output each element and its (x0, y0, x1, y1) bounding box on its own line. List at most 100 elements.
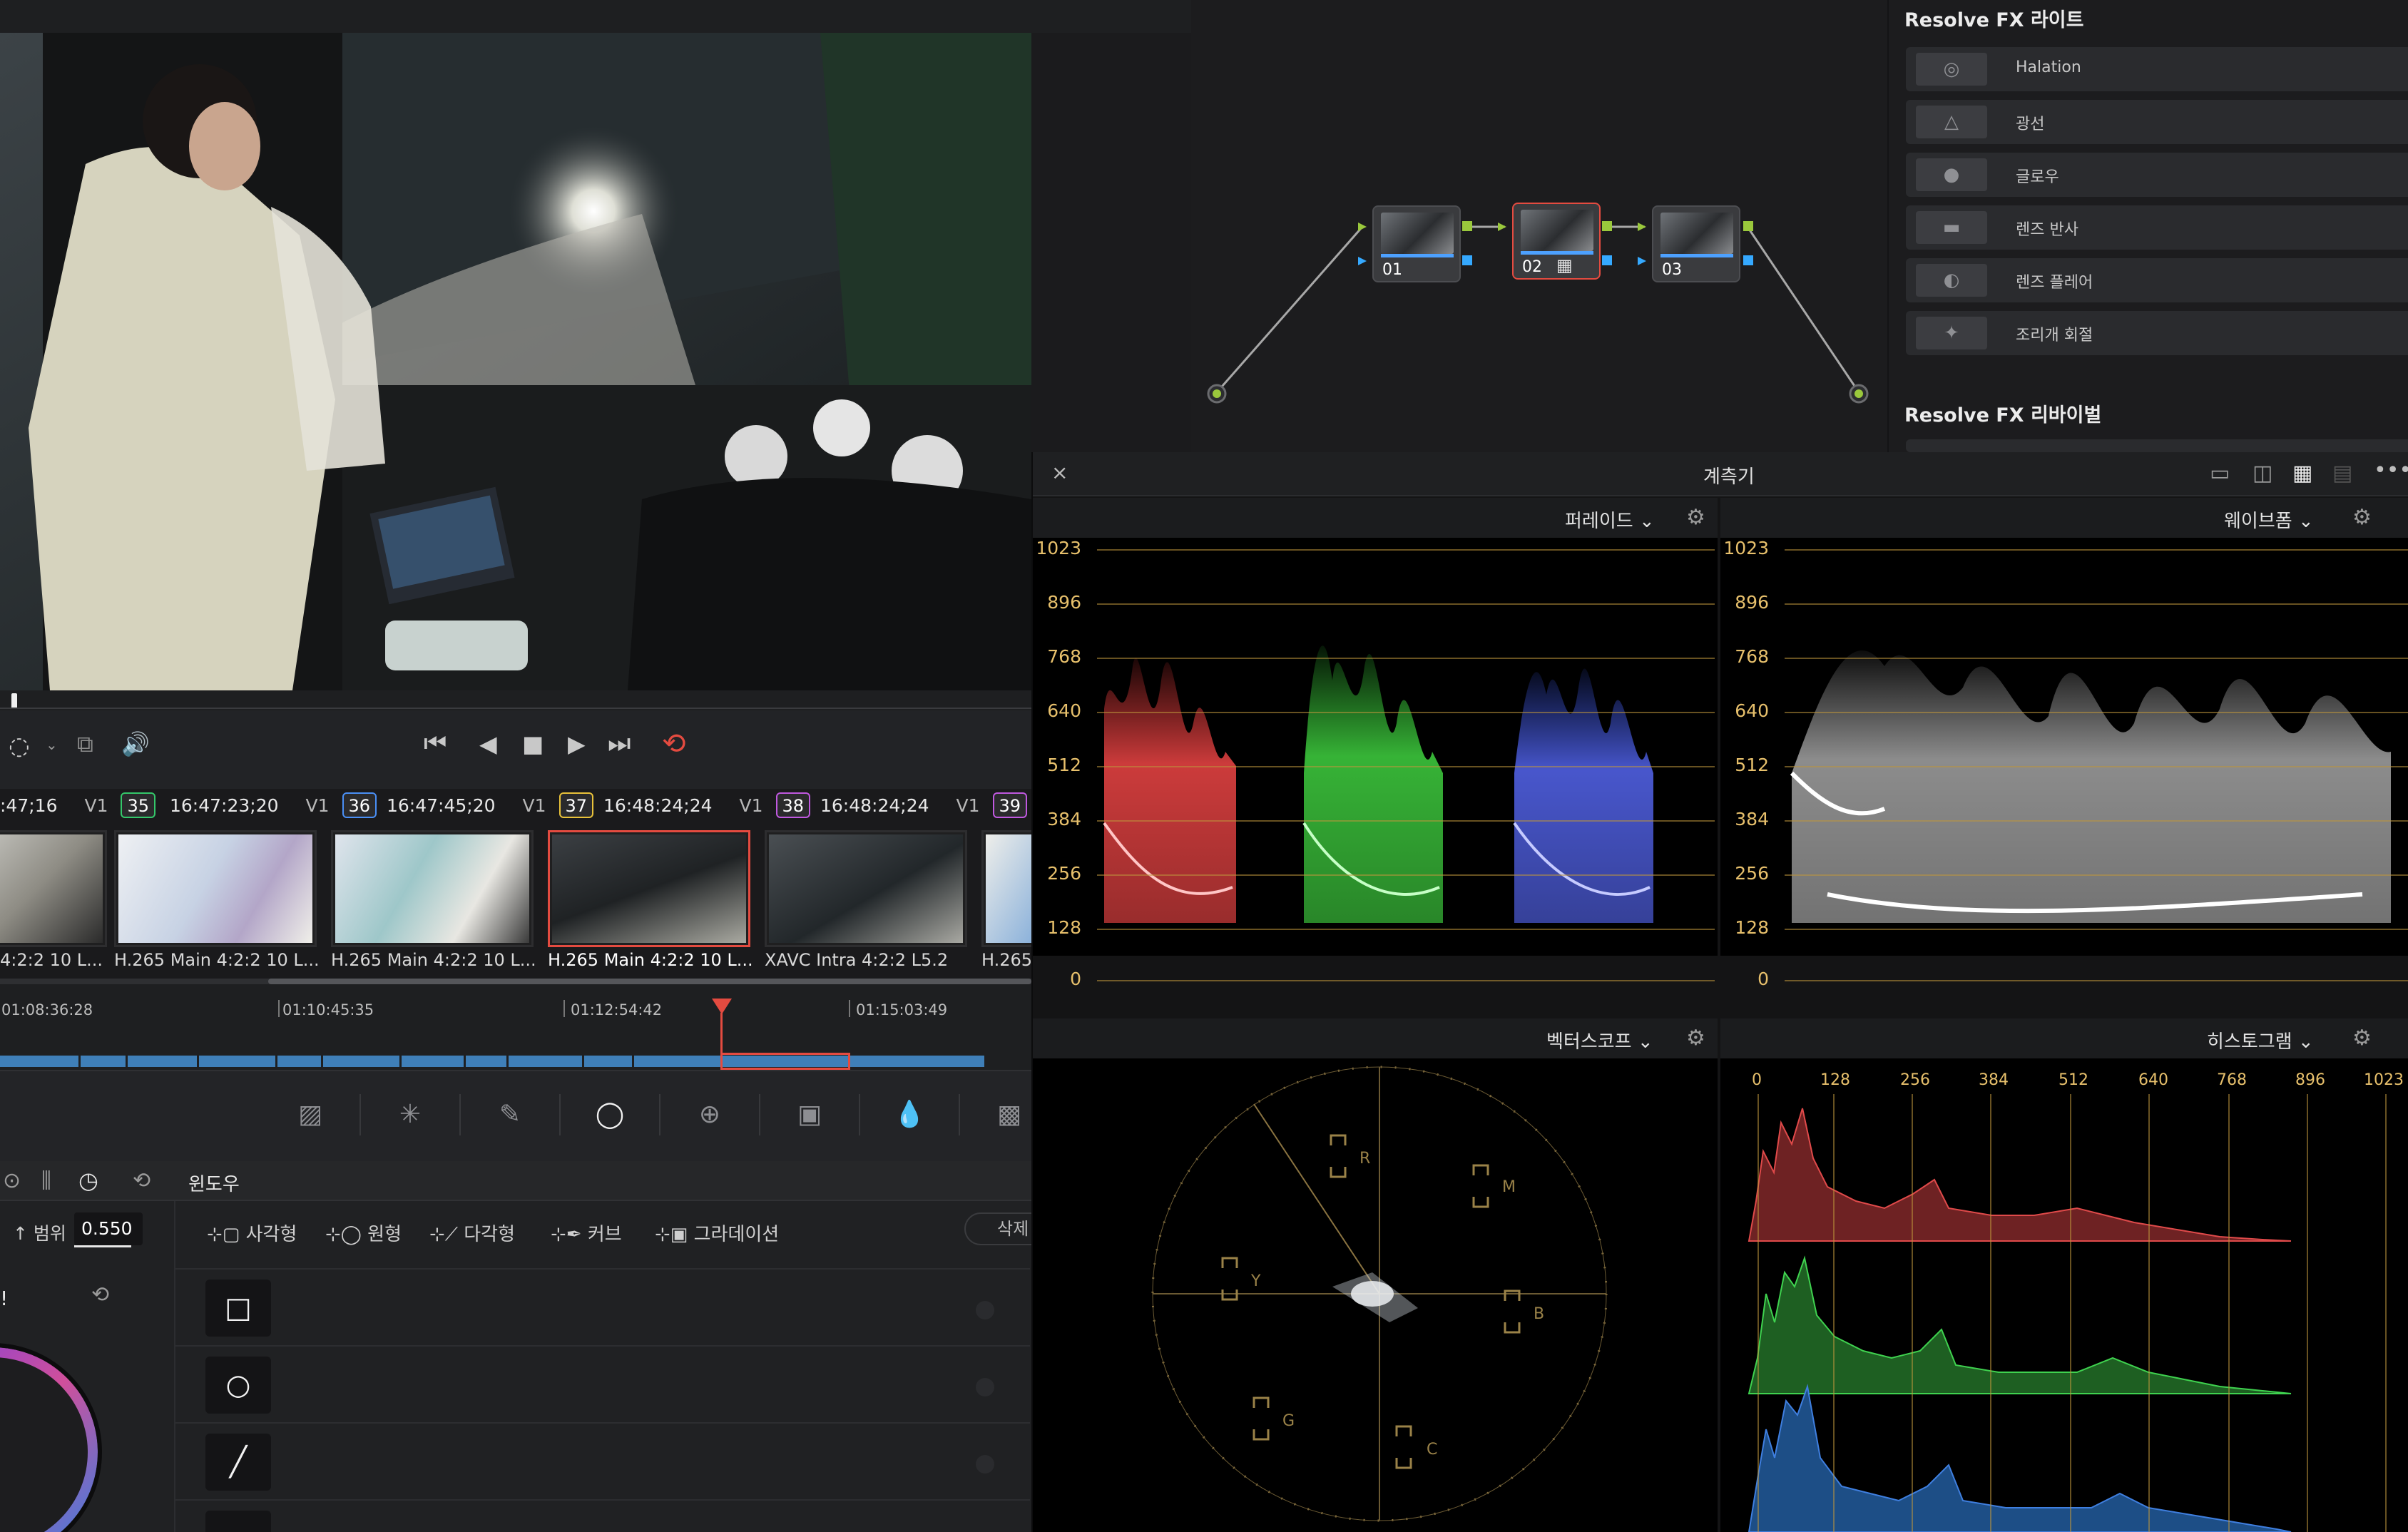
clip-thumbnail[interactable] (331, 830, 534, 947)
go-to-start-icon[interactable]: ⏮ (424, 729, 447, 759)
key-icon[interactable]: ▩ (987, 1097, 1031, 1133)
qualifier-icon[interactable]: ✎ (488, 1097, 532, 1133)
clip-timecode: 16:47:45;20 (387, 795, 496, 816)
clip-scrollbar[interactable] (268, 979, 1031, 984)
tracker-icon[interactable]: ⊕ (688, 1097, 732, 1133)
color-wheel[interactable] (0, 1324, 107, 1532)
fx-item-aperture-diffraction[interactable]: ✦ 조리개 회절 (1906, 311, 2408, 355)
scopes-title: 계측기 (1703, 466, 1755, 488)
vectorscope: R M Y B G C (1033, 1058, 1718, 1532)
node-editor[interactable]: 01 02 ▦ 03 (1191, 0, 1887, 452)
clip-number: 39 (992, 792, 1028, 818)
scrubber-track (0, 708, 1031, 709)
y-tick: 384 (1047, 809, 1081, 829)
clip-number: 35 (121, 792, 156, 818)
y-tick: 0 (1757, 969, 1769, 989)
settings-icon[interactable]: ⚙ (2352, 505, 2372, 530)
reset-icon[interactable]: ⟲ (91, 1282, 109, 1307)
settings-icon[interactable]: ⚙ (1686, 1026, 1705, 1051)
fx-item-glow[interactable]: ● 글로우 (1906, 153, 2408, 197)
clip-track: V1 (522, 795, 546, 816)
window-row-curve[interactable] (174, 1499, 1030, 1532)
viewer-frame-image (0, 33, 1031, 690)
node-02[interactable]: 02 ▦ (1512, 203, 1601, 280)
polygon-window-button[interactable]: ⊹⟋ 다각형 (429, 1220, 515, 1246)
video-viewer[interactable] (0, 0, 1031, 690)
warning-icon: ! (0, 1287, 9, 1310)
layout-grid-icon[interactable]: ▤ (2332, 461, 2352, 486)
magic-mask-icon[interactable]: ▣ (787, 1097, 832, 1133)
log-icon[interactable]: ◷ (78, 1167, 98, 1194)
curves-icon[interactable]: ▨ (288, 1097, 332, 1133)
clip-codec: H.265 Main 4:2:2 10 L... (114, 950, 320, 970)
playhead-marker[interactable] (712, 999, 732, 1014)
bars-icon[interactable]: ⫼ (41, 1168, 51, 1193)
clip-thumbnail[interactable] (0, 830, 107, 947)
node-label: 01 (1382, 261, 1402, 279)
close-icon[interactable]: × (1051, 461, 1068, 484)
layout-dual-icon[interactable]: ◫ (2253, 461, 2272, 486)
settings-icon[interactable]: ⚙ (1686, 505, 1705, 530)
viewer-scrubber[interactable] (0, 690, 1031, 710)
hist-tick: 0 (1752, 1071, 1762, 1089)
square-icon: □ (205, 1280, 271, 1337)
layers-icon[interactable]: ⧉ (77, 730, 93, 758)
loop-icon[interactable]: ⟲ (662, 727, 686, 760)
play-reverse-icon[interactable]: ◀ (479, 730, 497, 757)
fx-item-lens-reflections[interactable]: ▬ 렌즈 반사 (1906, 205, 2408, 250)
settings-icon[interactable]: ⚙ (2352, 1026, 2372, 1051)
window-row-line[interactable]: ╱ (174, 1422, 1030, 1498)
range-input[interactable]: 0.550 (74, 1212, 143, 1245)
layout-single-icon[interactable]: ▭ (2210, 461, 2230, 486)
range-underline (74, 1245, 131, 1247)
go-to-end-icon[interactable]: ⏭ (608, 729, 631, 759)
vectorscope-selector[interactable]: 벡터스코프 ⌄ (1546, 1027, 1653, 1053)
viewer-mode-icon[interactable]: ◌ (9, 732, 30, 760)
y-tick: 512 (1735, 755, 1769, 775)
window-toggle[interactable] (976, 1378, 994, 1396)
window-toggle[interactable] (976, 1301, 994, 1319)
stop-icon[interactable]: ■ (522, 730, 544, 757)
parade-selector[interactable]: 퍼레이드 ⌄ (1565, 506, 1655, 533)
volume-icon[interactable]: 🔊 (121, 730, 150, 757)
clip-thumbnail-selected[interactable] (548, 830, 750, 947)
clip-number: 38 (775, 792, 811, 818)
window-icon[interactable]: ◯ (588, 1097, 632, 1133)
gradient-window-button[interactable]: ⊹▣ 그라데이션 (655, 1220, 779, 1246)
mini-timeline[interactable]: 01:08:36:28 01:10:45:35 01:12:54:42 01:1… (0, 984, 1031, 1070)
fx-item-label: 조리개 회절 (2016, 327, 2093, 344)
waveform-header: 웨이브폼 ⌄ ⚙ (1720, 498, 2408, 538)
playhead-handle[interactable] (11, 693, 17, 709)
reset-icon[interactable]: ⟲ (133, 1168, 150, 1193)
node-03[interactable]: 03 (1652, 205, 1740, 282)
y-tick: 128 (1735, 917, 1769, 938)
window-row-circle[interactable]: ○ (174, 1345, 1030, 1421)
hist-tick: 256 (1900, 1071, 1930, 1089)
aperture-diffraction-icon: ✦ (1916, 317, 1987, 349)
fx-item-light-rays[interactable]: △ 광선 (1906, 100, 2408, 144)
target-icon[interactable]: ⊙ (3, 1168, 21, 1193)
curve-window-button[interactable]: ⊹✒ 커브 (551, 1220, 622, 1246)
more-options-icon[interactable]: ••• (2374, 458, 2408, 483)
fx-item-lens-flare[interactable]: ◐ 렌즈 플레어 (1906, 258, 2408, 302)
chevron-down-icon[interactable]: ⌄ (46, 736, 58, 753)
fx-item-partial[interactable] (1906, 439, 2408, 452)
clip-thumbnail[interactable] (114, 830, 317, 947)
y-tick: 768 (1047, 646, 1081, 667)
blur-icon[interactable]: 💧 (887, 1097, 932, 1133)
window-toggle[interactable] (976, 1455, 994, 1474)
play-icon[interactable]: ▶ (568, 730, 586, 757)
clip-thumbnail[interactable] (765, 830, 967, 947)
node-01[interactable]: 01 (1372, 205, 1461, 282)
window-row-rectangle[interactable]: □ (174, 1268, 1030, 1344)
circle-window-button[interactable]: ⊹◯ 원형 (325, 1220, 402, 1246)
rectangle-window-button[interactable]: ⊹▢ 사각형 (207, 1220, 297, 1246)
fx-item-halation[interactable]: ◎ Halation (1906, 47, 2408, 91)
histogram-selector[interactable]: 히스토그램 ⌄ (2207, 1027, 2314, 1053)
color-warper-icon[interactable]: ✳ (388, 1097, 432, 1133)
window-panel-header: ⊙ ⫼ ◷ ⟲ 윈도우 (0, 1161, 1031, 1201)
timeline-timecode: 01:15:03:49 (856, 1001, 948, 1018)
layout-quad-icon[interactable]: ▦ (2292, 461, 2312, 486)
waveform-selector[interactable]: 웨이브폼 ⌄ (2224, 506, 2314, 533)
vectorscope-header: 벡터스코프 ⌄ ⚙ (1033, 1018, 1718, 1058)
